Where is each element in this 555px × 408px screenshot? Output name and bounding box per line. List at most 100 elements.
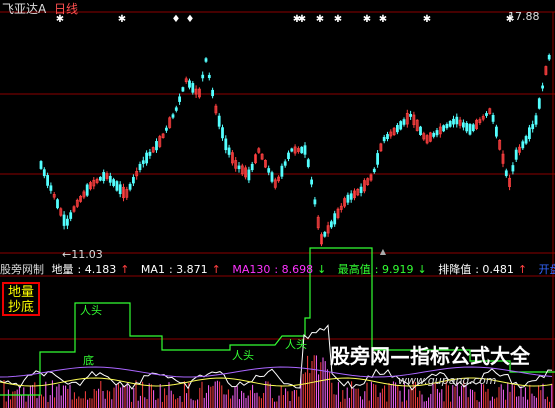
candle-body: [521, 141, 525, 149]
candle-body: [280, 165, 284, 177]
candle-body: [452, 118, 455, 125]
candle-body: [372, 168, 376, 173]
candle-body: [217, 115, 221, 127]
candle-body: [221, 127, 224, 139]
triangle-marker-icon: ▲: [380, 247, 387, 256]
candle-body: [102, 172, 106, 181]
period-label: 日线: [54, 2, 79, 16]
indicator-name[interactable]: 股旁网制: [0, 263, 44, 276]
candle-body: [300, 146, 304, 154]
candle-body: [131, 177, 135, 184]
candle-body: [237, 165, 241, 170]
candle-body: [270, 172, 274, 182]
candle-body: [224, 138, 228, 151]
candle-body: [461, 122, 465, 128]
candle-body: [323, 231, 327, 237]
candle-body: [329, 221, 333, 228]
candle-body: [442, 125, 446, 132]
candle-body: [432, 132, 436, 137]
candle-body: [435, 130, 439, 136]
low-price-label: ←11.03: [62, 248, 103, 261]
candle-body: [465, 122, 469, 132]
candle-body: [455, 116, 459, 125]
candle-body: [402, 119, 406, 125]
candle-body: [46, 175, 49, 186]
candle-body: [395, 125, 399, 133]
candle-body: [445, 124, 449, 129]
candle-body: [524, 136, 528, 144]
candle-body: [386, 134, 389, 140]
watermark-title: 股旁网—指标公式大全: [330, 344, 530, 368]
candle-body: [514, 149, 518, 160]
candle-body: [181, 87, 185, 92]
item-max: 最高值: 9.919 ↓: [337, 263, 427, 276]
candle-body: [207, 74, 211, 79]
event-marker-icon: ✱: [423, 14, 431, 25]
annotation-bottom: 底: [83, 354, 94, 367]
badge-line-2: 抄底: [7, 300, 34, 315]
candle-body: [188, 80, 191, 88]
candle-body: [148, 151, 152, 156]
candle-body: [468, 124, 472, 135]
candle-body: [349, 193, 353, 200]
candle-body: [290, 148, 294, 152]
candle-body: [534, 115, 538, 125]
candle-body: [128, 183, 132, 190]
event-marker-icon: ✱: [334, 14, 342, 25]
annotation-head-2: 人头: [232, 349, 254, 362]
candle-body: [267, 168, 271, 173]
candle-body: [164, 127, 168, 131]
high-price-label: 17.88: [508, 10, 540, 23]
annotation-head-3: 人头: [285, 338, 307, 351]
candle-body: [69, 212, 73, 219]
candle-body: [141, 160, 145, 164]
candle-body: [313, 199, 317, 205]
candle-body: [528, 127, 531, 140]
candle-body: [537, 98, 541, 109]
candle-body: [247, 169, 251, 181]
candle-body: [204, 58, 208, 62]
candle-body: [49, 185, 53, 191]
candle-body: [201, 74, 205, 79]
candle-body: [448, 120, 452, 127]
badge-line-1: 地量: [7, 285, 34, 300]
candle-body: [42, 169, 46, 177]
candle-body: [333, 213, 337, 225]
candle-body: [541, 85, 544, 89]
candle-body: [56, 199, 59, 209]
candle-body: [191, 83, 195, 93]
candle-body: [115, 181, 119, 191]
candle-body: [382, 136, 386, 142]
item-decline: 排降值: 0.481 ↑: [438, 263, 528, 276]
event-marker-icon: ✱: [316, 14, 324, 25]
item-ma130: MA130: 8.698 ↓: [232, 263, 327, 276]
item-diliang: 地量: 4.183 ↑: [51, 263, 130, 276]
candle-body: [303, 145, 307, 155]
candle-body: [118, 184, 122, 195]
candle-body: [306, 159, 310, 167]
watermark-url: www.gupang.com: [398, 374, 497, 387]
candle-body: [485, 113, 488, 116]
candle-body: [138, 163, 142, 171]
candle-body: [99, 176, 102, 181]
candle-body: [471, 124, 475, 131]
candle-body: [491, 115, 495, 122]
event-marker-icon: ✱: [363, 14, 371, 25]
candle-body: [112, 179, 115, 186]
candle-body: [376, 153, 380, 165]
candlesticks: [39, 53, 551, 247]
event-marker-icon: ♦: [186, 14, 195, 25]
candle-body: [504, 170, 508, 176]
candle-body: [346, 194, 350, 203]
indicator-status-row: 股旁网制 地量: 4.183 ↑ MA1: 3.871 ↑ MA130: 8.698…: [0, 261, 555, 277]
candle-body: [359, 186, 363, 193]
candle-body: [547, 54, 551, 60]
candle-body: [108, 175, 112, 183]
candle-body: [287, 152, 290, 160]
event-markers: ✱ ✱ ♦ ♦ ✱✱ ✱ ✱ ✱ ✱ ✱ ✱▲: [56, 14, 514, 256]
event-marker-icon: ✱: [118, 14, 126, 25]
candle-body: [227, 147, 231, 155]
candle-body: [419, 126, 422, 136]
annotation-head-1: 人头: [80, 304, 102, 317]
candle-body: [145, 152, 149, 164]
